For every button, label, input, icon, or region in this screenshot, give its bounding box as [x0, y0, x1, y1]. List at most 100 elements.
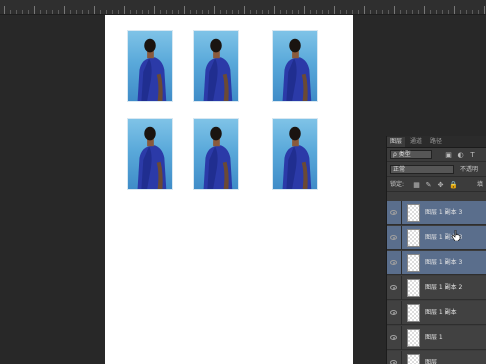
ruler-tick: [142, 10, 143, 14]
ruler-tick: [160, 10, 161, 14]
tab-channels[interactable]: 通道: [407, 137, 425, 147]
ruler-tick: [172, 10, 173, 14]
ruler-tick: [268, 10, 269, 14]
lock-label: 锁定:: [390, 181, 405, 188]
layer-name: 图层 1 副本 3: [425, 209, 463, 216]
ruler-tick: [418, 10, 419, 14]
filter-row: ρ 类型 ▣ ◐ T: [387, 148, 486, 162]
ruler-tick: [328, 10, 329, 14]
layer-thumbnail: [407, 354, 420, 364]
ruler-tick: [382, 10, 383, 14]
ruler-tick: [334, 6, 335, 14]
lock-transparent-icon[interactable]: ▦: [413, 182, 420, 189]
ruler-tick: [442, 10, 443, 14]
layer-name: 图层 1 副本: [425, 309, 457, 316]
ruler-tick: [202, 10, 203, 14]
ruler-tick: [310, 10, 311, 14]
visibility-eye-icon[interactable]: [390, 360, 397, 364]
layer-name: 图层: [425, 359, 438, 364]
ruler-tick: [298, 10, 299, 14]
ruler-tick: [238, 10, 239, 14]
ruler-tick: [256, 10, 257, 14]
ruler-tick: [220, 10, 221, 14]
visibility-eye-icon[interactable]: [390, 310, 397, 315]
layer-thumbnail: [407, 254, 420, 272]
layer-row[interactable]: 图层 1 副本 3: [387, 226, 486, 250]
lock-paint-icon[interactable]: ✎: [425, 182, 432, 189]
ruler-tick: [94, 6, 95, 14]
column-divider: [401, 276, 402, 300]
ruler-tick: [28, 10, 29, 14]
ruler-tick: [478, 10, 479, 14]
ruler-tick: [430, 10, 431, 14]
type-filter-icon[interactable]: T: [469, 152, 476, 159]
visibility-eye-icon[interactable]: [390, 235, 397, 240]
ruler-tick: [88, 10, 89, 14]
ruler-tick: [304, 6, 305, 14]
ruler-tick: [130, 10, 131, 14]
filter-kind-select[interactable]: ρ 类型: [390, 150, 432, 159]
ruler-tick: [64, 6, 65, 14]
adjustment-filter-icon[interactable]: ◐: [457, 152, 464, 159]
document-canvas[interactable]: [105, 15, 353, 364]
visibility-eye-icon[interactable]: [390, 210, 397, 215]
visibility-eye-icon[interactable]: [390, 285, 397, 290]
ruler-tick: [196, 10, 197, 14]
ruler-tick: [424, 6, 425, 14]
layer-thumbnail: [407, 204, 420, 222]
column-divider: [401, 326, 402, 350]
ruler-tick: [412, 10, 413, 14]
image-filter-icon[interactable]: ▣: [445, 152, 452, 159]
photo-thumbnail: [127, 30, 173, 102]
layer-row[interactable]: 图层 1: [387, 326, 486, 350]
layer-row[interactable]: 图层 1 副本 3: [387, 201, 486, 225]
photo-thumbnail: [193, 118, 239, 190]
layer-row[interactable]: 图层 1 副本 3: [387, 251, 486, 275]
layer-row[interactable]: 图层 1 副本 2: [387, 276, 486, 300]
ruler-tick: [250, 10, 251, 14]
ruler-tick: [346, 10, 347, 14]
ruler-tick: [34, 6, 35, 14]
lock-move-icon[interactable]: ✥: [437, 182, 444, 189]
ruler-tick: [118, 10, 119, 14]
ruler-tick: [148, 10, 149, 14]
visibility-eye-icon[interactable]: [390, 335, 397, 340]
blend-mode-select[interactable]: 正常: [390, 165, 454, 174]
ruler-tick: [124, 6, 125, 14]
ruler-tick: [394, 6, 395, 14]
photo-thumbnail: [272, 30, 318, 102]
layer-list: 图层 1 副本 3 图层 1 副本 3 图层 1 副本 3 图层 1 副本 2 …: [387, 201, 486, 364]
ruler-tick: [466, 10, 467, 14]
column-divider: [401, 351, 402, 364]
ruler-tick: [166, 10, 167, 14]
ruler-tick: [340, 10, 341, 14]
photo-thumbnail: [193, 30, 239, 102]
ruler-tick: [460, 10, 461, 14]
ruler-tick: [58, 10, 59, 14]
blend-row: 正常 不透明: [387, 163, 486, 177]
lock-all-icon[interactable]: 🔒: [449, 182, 458, 189]
ruler-tick: [448, 10, 449, 14]
ruler-tick: [400, 10, 401, 14]
horizontal-ruler[interactable]: [0, 0, 486, 15]
ruler-tick: [226, 10, 227, 14]
visibility-eye-icon[interactable]: [390, 260, 397, 265]
ruler-tick: [76, 10, 77, 14]
layer-name: 图层 1 副本 3: [425, 259, 463, 266]
ruler-tick: [112, 10, 113, 14]
ruler-tick: [316, 10, 317, 14]
ruler-tick: [262, 10, 263, 14]
ruler-tick: [52, 10, 53, 14]
ruler-tick: [46, 10, 47, 14]
column-divider: [401, 301, 402, 325]
layer-name: 图层 1: [425, 334, 443, 341]
ruler-tick: [376, 10, 377, 14]
ruler-tick: [190, 10, 191, 14]
layer-thumbnail: [407, 229, 420, 247]
ruler-tick: [208, 10, 209, 14]
tab-layers[interactable]: 图层: [387, 137, 406, 147]
tab-paths[interactable]: 路径: [427, 137, 445, 147]
layer-row[interactable]: 图层 1 副本: [387, 301, 486, 325]
layer-row[interactable]: 图层: [387, 351, 486, 364]
ruler-tick: [322, 10, 323, 14]
